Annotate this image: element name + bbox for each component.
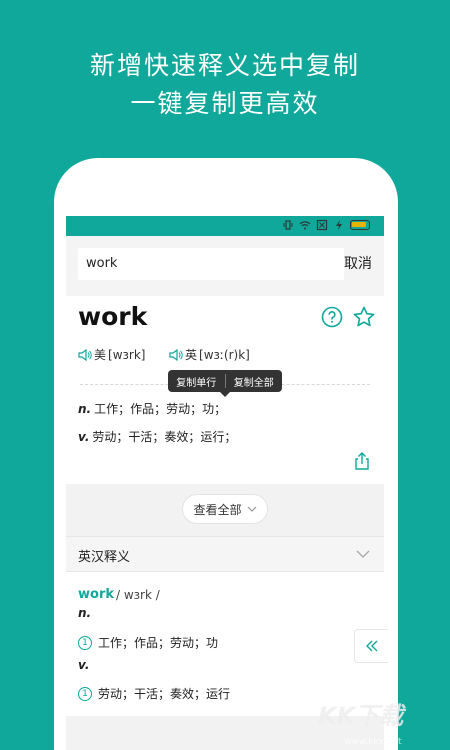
definition-text: 工作；作品；劳动；功； xyxy=(94,402,227,416)
speaker-icon xyxy=(169,348,183,361)
view-all-button[interactable]: 查看全部 xyxy=(182,494,268,524)
search-bar: work 取消 xyxy=(66,236,384,296)
definition-pos: v. xyxy=(78,430,90,444)
collapse-icon xyxy=(365,640,377,652)
copy-line-button[interactable]: 复制单行 xyxy=(168,374,225,389)
entry-phonetic: / wɜrk / xyxy=(116,588,160,602)
us-label: 美 xyxy=(94,348,107,362)
entry-pos-verb: v. xyxy=(78,658,90,672)
watermark-logo: KK下载 xyxy=(318,702,404,730)
search-input[interactable]: work xyxy=(78,248,344,280)
section-header[interactable]: 英汉释义 xyxy=(66,536,384,572)
entry-sense: 1 劳动；干活；奏效；运行 xyxy=(78,685,230,702)
definition-pos: n. xyxy=(78,402,92,416)
app-screen: work 取消 work 美 [wɜrk] 英 [wɜː(r)k] 复制单行 复… xyxy=(66,216,384,750)
collapse-tab[interactable] xyxy=(354,629,388,663)
uk-pronunciation[interactable]: 英 [wɜː(r)k] xyxy=(169,346,250,363)
entry-word: work xyxy=(78,587,114,602)
star-icon[interactable] xyxy=(352,305,376,329)
definition-verb[interactable]: v. 劳动；干活；奏效；运行； xyxy=(78,428,236,445)
cancel-button[interactable]: 取消 xyxy=(344,248,372,280)
definition-text: 劳动；干活；奏效；运行； xyxy=(92,430,237,444)
uk-phonetic: [wɜː(r)k] xyxy=(199,347,250,362)
uk-label: 英 xyxy=(185,348,198,362)
sense-text: 劳动；干活；奏效；运行 xyxy=(98,687,231,701)
us-phonetic: [wɜrk] xyxy=(108,347,146,362)
promo-headline: 新增快速释义选中复制 xyxy=(89,51,360,80)
entry-pos-noun: n. xyxy=(78,606,92,620)
sense-text: 工作；作品；劳动；功 xyxy=(98,636,219,650)
copy-all-button[interactable]: 复制全部 xyxy=(226,374,283,389)
promo-subheadline: 一键复制更高效 xyxy=(130,89,320,118)
copy-popup: 复制单行 复制全部 xyxy=(168,370,283,397)
vibrate-icon xyxy=(283,220,293,230)
chevron-down-icon xyxy=(356,550,370,558)
share-icon[interactable] xyxy=(353,452,371,470)
watermark-url: www.kkx.net xyxy=(344,737,402,747)
charging-icon xyxy=(336,220,342,230)
section-title: 英汉释义 xyxy=(78,550,131,565)
battery-icon xyxy=(350,220,370,230)
signal-off-icon xyxy=(316,219,328,231)
entry-sense: 1 工作；作品；劳动；功 xyxy=(78,634,218,651)
status-bar xyxy=(66,216,384,236)
us-pronunciation[interactable]: 美 [wɜrk] xyxy=(78,346,145,363)
view-all-label: 查看全部 xyxy=(193,502,242,517)
definition-noun[interactable]: n. 工作；作品；劳动；功； xyxy=(78,400,226,417)
sense-number: 1 xyxy=(78,635,92,650)
wifi-icon xyxy=(299,221,311,230)
headword-title: work xyxy=(78,302,148,331)
speaker-icon xyxy=(78,348,92,361)
help-icon[interactable] xyxy=(321,306,343,328)
sense-number: 1 xyxy=(78,686,92,701)
chevron-down-icon xyxy=(247,506,256,512)
